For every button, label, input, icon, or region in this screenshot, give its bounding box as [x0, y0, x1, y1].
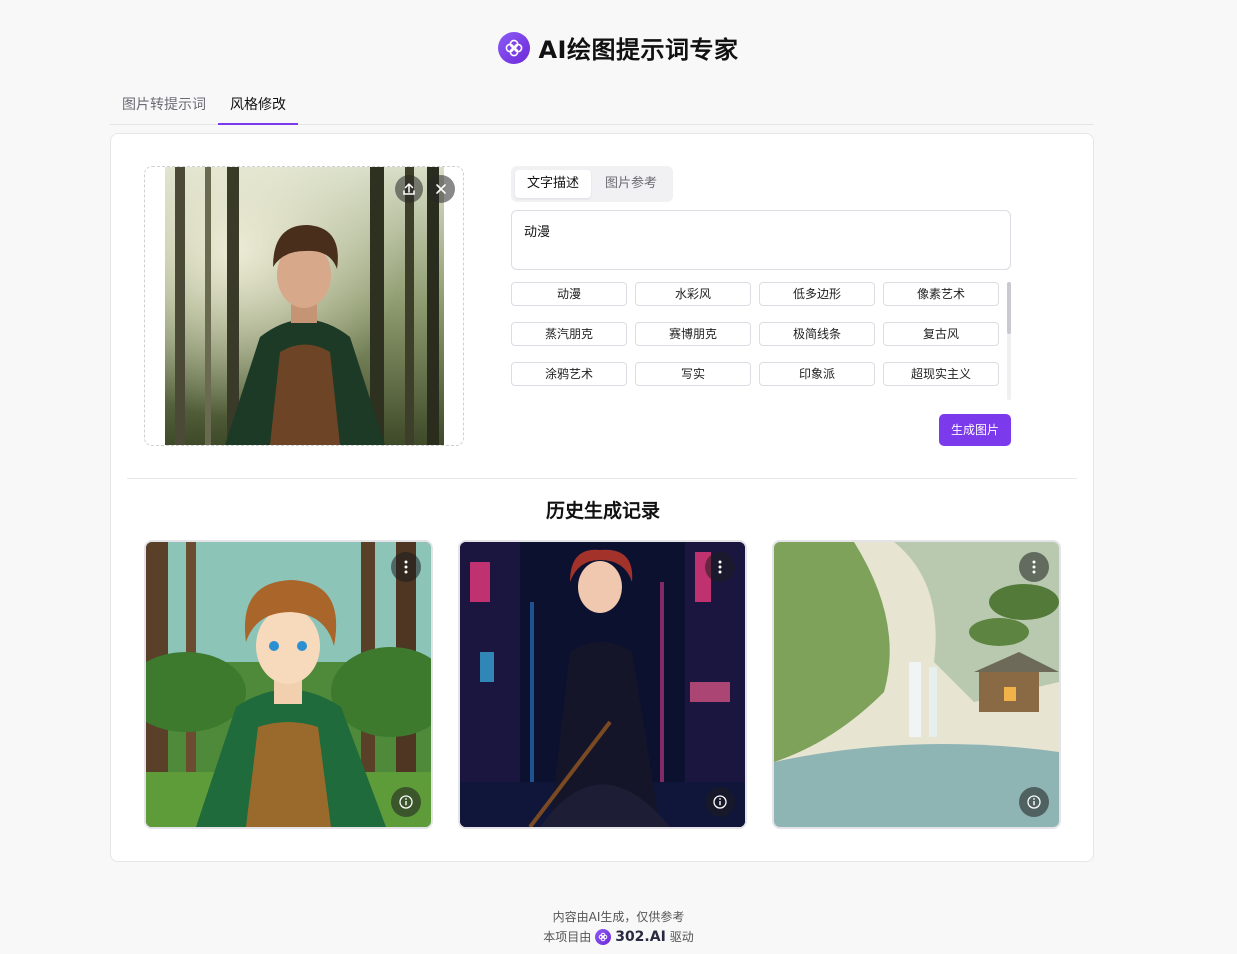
more-vertical-icon[interactable] [391, 552, 421, 582]
history-item[interactable] [772, 540, 1061, 829]
footer-disclaimer: 内容由AI生成，仅供参考 [552, 910, 685, 924]
footer-prefix: 本项目由 [543, 930, 592, 944]
style-chip-grid: 动漫 水彩风 低多边形 像素艺术 蒸汽朋克 赛博朋克 极简线条 复古风 涂鸦艺术… [511, 282, 1001, 386]
style-chip[interactable]: 写实 [635, 362, 751, 386]
section-divider [127, 478, 1077, 479]
logo-icon [498, 31, 531, 64]
tab-style-modify[interactable]: 风格修改 [218, 88, 298, 125]
style-chip[interactable]: 动漫 [511, 282, 627, 306]
image-uploader[interactable] [144, 166, 464, 446]
style-chip[interactable]: 蒸汽朋克 [511, 322, 627, 346]
main-tabs: 图片转提示词 风格修改 [110, 88, 1094, 125]
style-chip[interactable]: 印象派 [759, 362, 875, 386]
more-vertical-icon[interactable] [705, 552, 735, 582]
brand-name[interactable]: 302.AI [615, 929, 666, 945]
style-scrollbar-thumb[interactable] [1007, 282, 1011, 334]
footer: 内容由AI生成，仅供参考 本项目由 302.AI 驱动 [0, 908, 1237, 945]
info-icon[interactable] [1019, 787, 1049, 817]
upload-icon[interactable] [395, 175, 423, 203]
style-chip[interactable]: 赛博朋克 [635, 322, 751, 346]
style-chip[interactable]: 像素艺术 [883, 282, 999, 306]
style-chip[interactable]: 复古风 [883, 322, 999, 346]
style-chip[interactable]: 极简线条 [759, 322, 875, 346]
main-card: 文字描述 图片参考 动漫 动漫 水彩风 低多边形 像素艺术 蒸汽朋克 赛博朋克 … [110, 133, 1094, 862]
brand-logo-icon [595, 928, 612, 945]
mode-image-reference[interactable]: 图片参考 [593, 170, 669, 198]
tab-image-to-prompt[interactable]: 图片转提示词 [110, 88, 218, 124]
info-icon[interactable] [705, 787, 735, 817]
history-item[interactable] [458, 540, 747, 829]
style-chip[interactable]: 低多边形 [759, 282, 875, 306]
history-image-cyberpunk [460, 542, 745, 827]
style-chip[interactable]: 水彩风 [635, 282, 751, 306]
app-title: AI绘图提示词专家 [538, 36, 739, 64]
style-prompt-input[interactable]: 动漫 [511, 210, 1011, 270]
close-icon[interactable] [427, 175, 455, 203]
style-chip[interactable]: 涂鸦艺术 [511, 362, 627, 386]
mode-switch: 文字描述 图片参考 [511, 166, 674, 202]
history-image-anime [146, 542, 431, 827]
uploaded-photo [165, 167, 444, 445]
footer-powered-by: 本项目由 302.AI 驱动 [0, 928, 1237, 945]
history-item[interactable] [144, 540, 433, 829]
style-scrollbar[interactable] [1007, 282, 1011, 400]
footer-suffix: 驱动 [669, 930, 694, 944]
more-vertical-icon[interactable] [1019, 552, 1049, 582]
style-chip[interactable]: 超现实主义 [883, 362, 999, 386]
history-image-watercolor [774, 542, 1059, 827]
mode-text-description[interactable]: 文字描述 [515, 170, 592, 198]
app-header: AI绘图提示词专家 [0, 30, 1237, 65]
info-icon[interactable] [391, 787, 421, 817]
history-title: 历史生成记录 [545, 500, 660, 522]
generate-button[interactable]: 生成图片 [939, 414, 1011, 446]
